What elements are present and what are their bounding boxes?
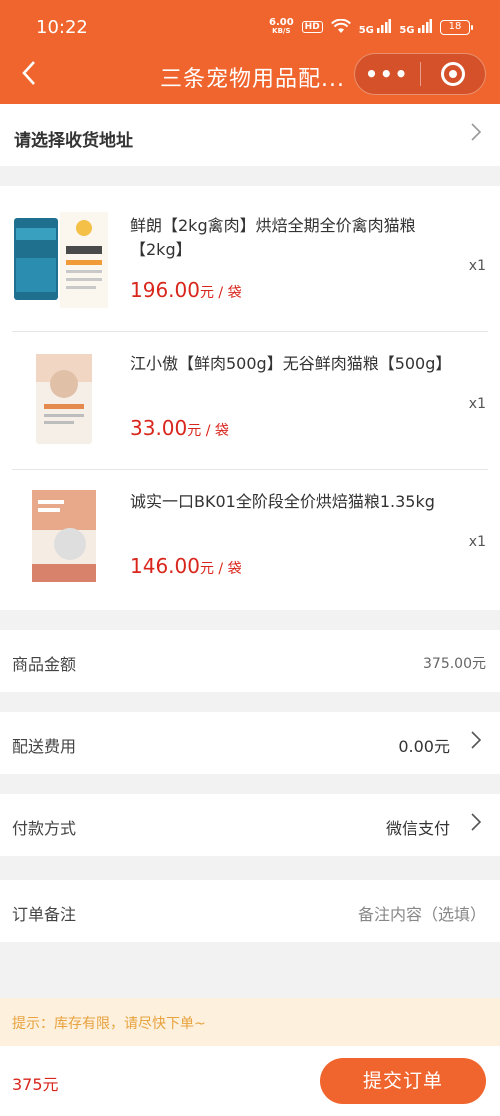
order-remark-input[interactable]: 备注内容（选填） xyxy=(358,901,486,925)
product-item[interactable]: 鲜朗【2kg禽肉】烘焙全期全价禽肉猫粮【2kg】 196.00元 / 袋 x1 xyxy=(0,192,500,332)
checkout-bar: 375元 提交订单 xyxy=(0,1046,500,1116)
chevron-right-icon xyxy=(470,122,482,147)
signal-5g-icon-2: 5G xyxy=(399,18,432,36)
wifi-icon xyxy=(330,19,351,33)
address-selector[interactable]: 请选择收货地址 xyxy=(0,104,500,166)
chevron-right-icon xyxy=(470,812,482,837)
status-indicators: 6.00 KB/S HD 5G 5G 18 xyxy=(268,17,473,36)
goods-amount-row: 商品金额 375.00元 xyxy=(0,630,500,692)
delivery-fee-value: 0.00元 xyxy=(398,737,450,756)
product-price: 196.00元 / 袋 xyxy=(130,278,242,302)
stock-tip-text: 提示：库存有限，请尽快下单~ xyxy=(12,1016,206,1032)
goods-amount-value: 375.00元 xyxy=(423,656,486,672)
product-quantity: x1 xyxy=(468,534,486,550)
product-list: 鲜朗【2kg禽肉】烘焙全期全价禽肉猫粮【2kg】 196.00元 / 袋 x1 … xyxy=(0,186,500,610)
delivery-fee-label: 配送费用 xyxy=(12,737,77,756)
back-icon[interactable] xyxy=(14,60,44,90)
stock-tip-banner: 提示：库存有限，请尽快下单~ xyxy=(0,998,500,1046)
signal-5g-icon: 5G xyxy=(359,18,392,36)
product-name: 诚实一口BK01全阶段全价烘焙猫粮1.35kg xyxy=(130,492,435,511)
mini-program-capsule: ••• xyxy=(354,53,486,95)
net-speed: 6.00 KB/S xyxy=(268,17,294,36)
address-label: 请选择收货地址 xyxy=(14,131,133,151)
battery-icon: 18 xyxy=(440,19,473,35)
more-dots-icon[interactable]: ••• xyxy=(355,62,420,86)
page-title: 三条宠物用品配... xyxy=(160,67,345,92)
status-bar: 10:22 6.00 KB/S HD 5G 5G 18 xyxy=(0,0,500,52)
product-name: 江小傲【鲜肉500g】无谷鲜肉猫粮【500g】 xyxy=(130,354,452,373)
product-name: 鲜朗【2kg禽肉】烘焙全期全价禽肉猫粮【2kg】 xyxy=(130,216,416,259)
nav-bar: 三条宠物用品配... ••• xyxy=(0,52,500,104)
goods-amount-label: 商品金额 xyxy=(12,655,77,674)
product-image xyxy=(32,490,96,582)
product-quantity: x1 xyxy=(468,396,486,412)
product-image xyxy=(14,212,108,308)
total-amount: 375元 xyxy=(12,1075,59,1094)
product-item[interactable]: 江小傲【鲜肉500g】无谷鲜肉猫粮【500g】 33.00元 / 袋 x1 xyxy=(0,330,500,470)
chevron-right-icon xyxy=(470,730,482,755)
delivery-fee-row[interactable]: 配送费用 0.00元 xyxy=(0,712,500,774)
payment-method-label: 付款方式 xyxy=(12,819,77,838)
order-remark-row[interactable]: 订单备注 备注内容（选填） xyxy=(0,880,500,942)
top-bar: 10:22 6.00 KB/S HD 5G 5G 18 三条宠物用品配... •… xyxy=(0,0,500,104)
status-time: 10:22 xyxy=(36,17,88,38)
product-item[interactable]: 诚实一口BK01全阶段全价烘焙猫粮1.35kg 146.00元 / 袋 x1 xyxy=(0,468,500,608)
order-remark-label: 订单备注 xyxy=(12,905,77,924)
product-price: 33.00元 / 袋 xyxy=(130,416,229,440)
payment-method-row[interactable]: 付款方式 微信支付 xyxy=(0,794,500,856)
hd-icon: HD xyxy=(301,21,323,33)
product-quantity: x1 xyxy=(468,258,486,274)
submit-order-button[interactable]: 提交订单 xyxy=(320,1058,486,1104)
payment-method-value: 微信支付 xyxy=(385,819,450,838)
close-target-icon[interactable] xyxy=(421,62,486,86)
product-image xyxy=(36,354,92,444)
product-price: 146.00元 / 袋 xyxy=(130,554,242,578)
